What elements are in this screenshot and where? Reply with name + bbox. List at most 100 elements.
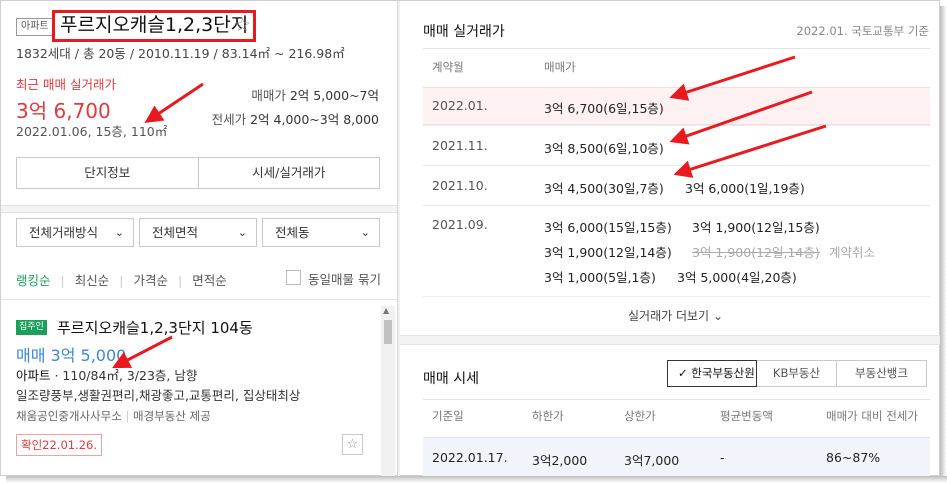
listing-spec: 아파트 · 110/84㎡, 3/23층, 남향 xyxy=(16,365,197,384)
row-month: 2021.11. xyxy=(432,138,488,153)
tab-kb-real-estate[interactable]: KB부동산 xyxy=(757,360,837,387)
same-listing-label[interactable]: 동일매물 묶기 xyxy=(308,269,381,288)
complex-meta: 1832세대 / 총 20동 / 2010.11.19 / 83.14㎡ ~ 2… xyxy=(16,46,345,61)
cancel-note: 계약취소 xyxy=(829,245,876,260)
jeonse-range-value: 2억 4,000~3억 8,000 xyxy=(250,112,379,127)
left-panel: 아파트 푸르지오캐슬1,2,3단지 ☆ 1832세대 / 총 20동 / 201… xyxy=(1,1,398,477)
market-source-tabs: ✓ 한국부동산원 KB부동산 부동산뱅크 xyxy=(667,360,927,387)
row-price: 3억 1,000(5일,1층) xyxy=(544,270,656,285)
row-line xyxy=(423,205,930,206)
dong-dropdown[interactable]: 전체동 ⌄ xyxy=(262,218,380,247)
sale-price-range: 매매가 2억 5,000~7억 xyxy=(251,85,379,104)
row-price: 3억 6,700(6일,15층) xyxy=(544,101,664,116)
listing-features: 일조량풍부,생활권편리,채광좋고,교통편리, 집상태최상 xyxy=(16,388,301,403)
cancelled-price: 3억 1,900(12일,14층) xyxy=(692,245,820,260)
chevron-down-icon: ⌄ xyxy=(114,226,124,239)
favorite-button[interactable]: ☆ xyxy=(342,434,363,455)
sale-range-label: 매매가 xyxy=(251,88,286,103)
section-divider xyxy=(1,205,397,213)
row-line xyxy=(423,125,930,126)
jeonse-price-range: 전세가 2억 4,000~3억 8,000 xyxy=(212,109,379,128)
recent-price-label: 최근 매매 실거래가 xyxy=(16,77,116,92)
property-type-badge: 아파트 xyxy=(16,18,54,36)
sort-area[interactable]: 면적순 xyxy=(192,273,227,288)
sort-options: 랭킹순 | 최신순 | 가격순 | 면적순 xyxy=(16,270,237,289)
market-price-title: 매매 시세 xyxy=(423,371,479,387)
row-line xyxy=(423,165,930,166)
transactions-source: 2022.01. 국토교통부 기준 xyxy=(796,24,929,38)
col-header-price: 매매가 xyxy=(544,60,576,74)
section-divider xyxy=(400,335,941,345)
agent-separator: | xyxy=(125,409,130,423)
complex-title: 푸르지오캐슬1,2,3단지 xyxy=(52,10,257,42)
market-high: 3억7,000 xyxy=(624,453,680,468)
sale-range-value: 2억 5,000~7억 xyxy=(289,88,379,103)
row-month: 2021.09. xyxy=(432,217,488,232)
row-line xyxy=(423,296,930,297)
row-month: 2021.10. xyxy=(432,178,488,193)
col-header-low: 하한가 xyxy=(532,409,564,423)
row-price: 3억 1,900(12일,14층) xyxy=(544,245,672,260)
dong-value: 전체동 xyxy=(275,225,310,240)
sort-ranking[interactable]: 랭킹순 xyxy=(16,273,51,288)
listing-agent: 채움공인중개사사무소 | 매경부동산 제공 xyxy=(16,408,211,424)
deal-type-value: 전체거래방식 xyxy=(29,225,99,240)
same-listing-checkbox[interactable] xyxy=(286,270,301,285)
tab-label: 한국부동산원 xyxy=(691,366,755,380)
recent-date: 2022.01.06, 15층, 110㎡ xyxy=(16,124,168,139)
market-low: 3억2,000 xyxy=(532,453,588,468)
check-icon: ✓ xyxy=(678,366,688,380)
jeonse-range-label: 전세가 xyxy=(211,112,247,127)
row-price: 3억 4,500(30일,7층) xyxy=(544,181,664,196)
area-value: 전체면적 xyxy=(152,225,199,240)
sort-price[interactable]: 가격순 xyxy=(133,273,168,288)
price-history-button[interactable]: 시세/실거래가 xyxy=(197,158,380,188)
header-line xyxy=(423,48,930,49)
row-price: 3억 6,000(15일,15층) xyxy=(544,220,672,235)
frame-shadow xyxy=(940,6,947,483)
col-header-date: 기준일 xyxy=(432,409,464,423)
complex-info-button[interactable]: 단지정보 xyxy=(17,158,198,188)
row-month: 2022.01. xyxy=(432,98,488,113)
row-price: 3억 8,500(6일,10층) xyxy=(544,141,664,156)
sort-separator: | xyxy=(119,273,124,288)
list-divider xyxy=(1,299,397,300)
sort-separator: | xyxy=(60,273,65,288)
recent-price: 3억 6,700 xyxy=(16,99,111,123)
row-price: 3억 6,000(1일,19층) xyxy=(685,181,805,196)
more-transactions-link[interactable]: 실거래가 더보기 ⌄ xyxy=(628,307,723,324)
complex-tab-buttons: 단지정보 시세/실거래가 xyxy=(16,157,380,189)
tab-korea-real-estate-board[interactable]: ✓ 한국부동산원 xyxy=(667,360,757,387)
row-price: 3억 1,900(12일,15층) xyxy=(692,220,820,235)
highlighted-row xyxy=(423,87,930,125)
frame-shadow xyxy=(6,476,947,483)
chevron-down-icon: ⌄ xyxy=(712,309,723,323)
chevron-down-icon: ⌄ xyxy=(360,226,370,239)
app-frame: 아파트 푸르지오캐슬1,2,3단지 ☆ 1832세대 / 총 20동 / 201… xyxy=(0,0,941,477)
tab-real-estate-bank[interactable]: 부동산뱅크 xyxy=(837,360,927,387)
listing-provider: 매경부동산 제공 xyxy=(133,409,211,423)
agent-name[interactable]: 채움공인중개사사무소 xyxy=(16,409,122,423)
transactions-title: 매매 실거래가 xyxy=(423,24,505,40)
chevron-down-icon: ⌄ xyxy=(237,226,247,239)
scrollbar-thumb[interactable] xyxy=(384,320,392,344)
deal-type-dropdown[interactable]: 전체거래방식 ⌄ xyxy=(16,218,134,247)
listing-price: 매매 3억 5,000 xyxy=(16,346,127,365)
owner-badge: 집주인 xyxy=(16,320,47,335)
market-date: 2022.01.17. xyxy=(432,450,508,465)
col-header-month: 계약월 xyxy=(432,60,464,74)
row-price: 3억 5,000(4일,20층) xyxy=(677,270,797,285)
scroll-up-arrow-icon[interactable]: ▲ xyxy=(383,306,389,315)
market-change: - xyxy=(720,450,725,465)
listing-spec-detail: · 110/84㎡, 3/23층, 남향 xyxy=(50,368,198,383)
listing-title[interactable]: 푸르지오캐슬1,2,3단지 104동 xyxy=(57,317,253,338)
more-label: 실거래가 더보기 xyxy=(628,309,710,323)
right-panel: 매매 실거래가 2022.01. 국토교통부 기준 계약월 매매가 2022.0… xyxy=(400,1,941,477)
sort-latest[interactable]: 최신순 xyxy=(75,273,110,288)
area-dropdown[interactable]: 전체면적 ⌄ xyxy=(139,218,257,247)
star-icon[interactable]: ☆ xyxy=(234,14,251,36)
sort-separator: | xyxy=(177,273,183,288)
col-header-high: 상한가 xyxy=(624,409,656,423)
confirmed-date-badge: 확인22.01.26. xyxy=(16,434,103,456)
header-line xyxy=(423,399,930,400)
